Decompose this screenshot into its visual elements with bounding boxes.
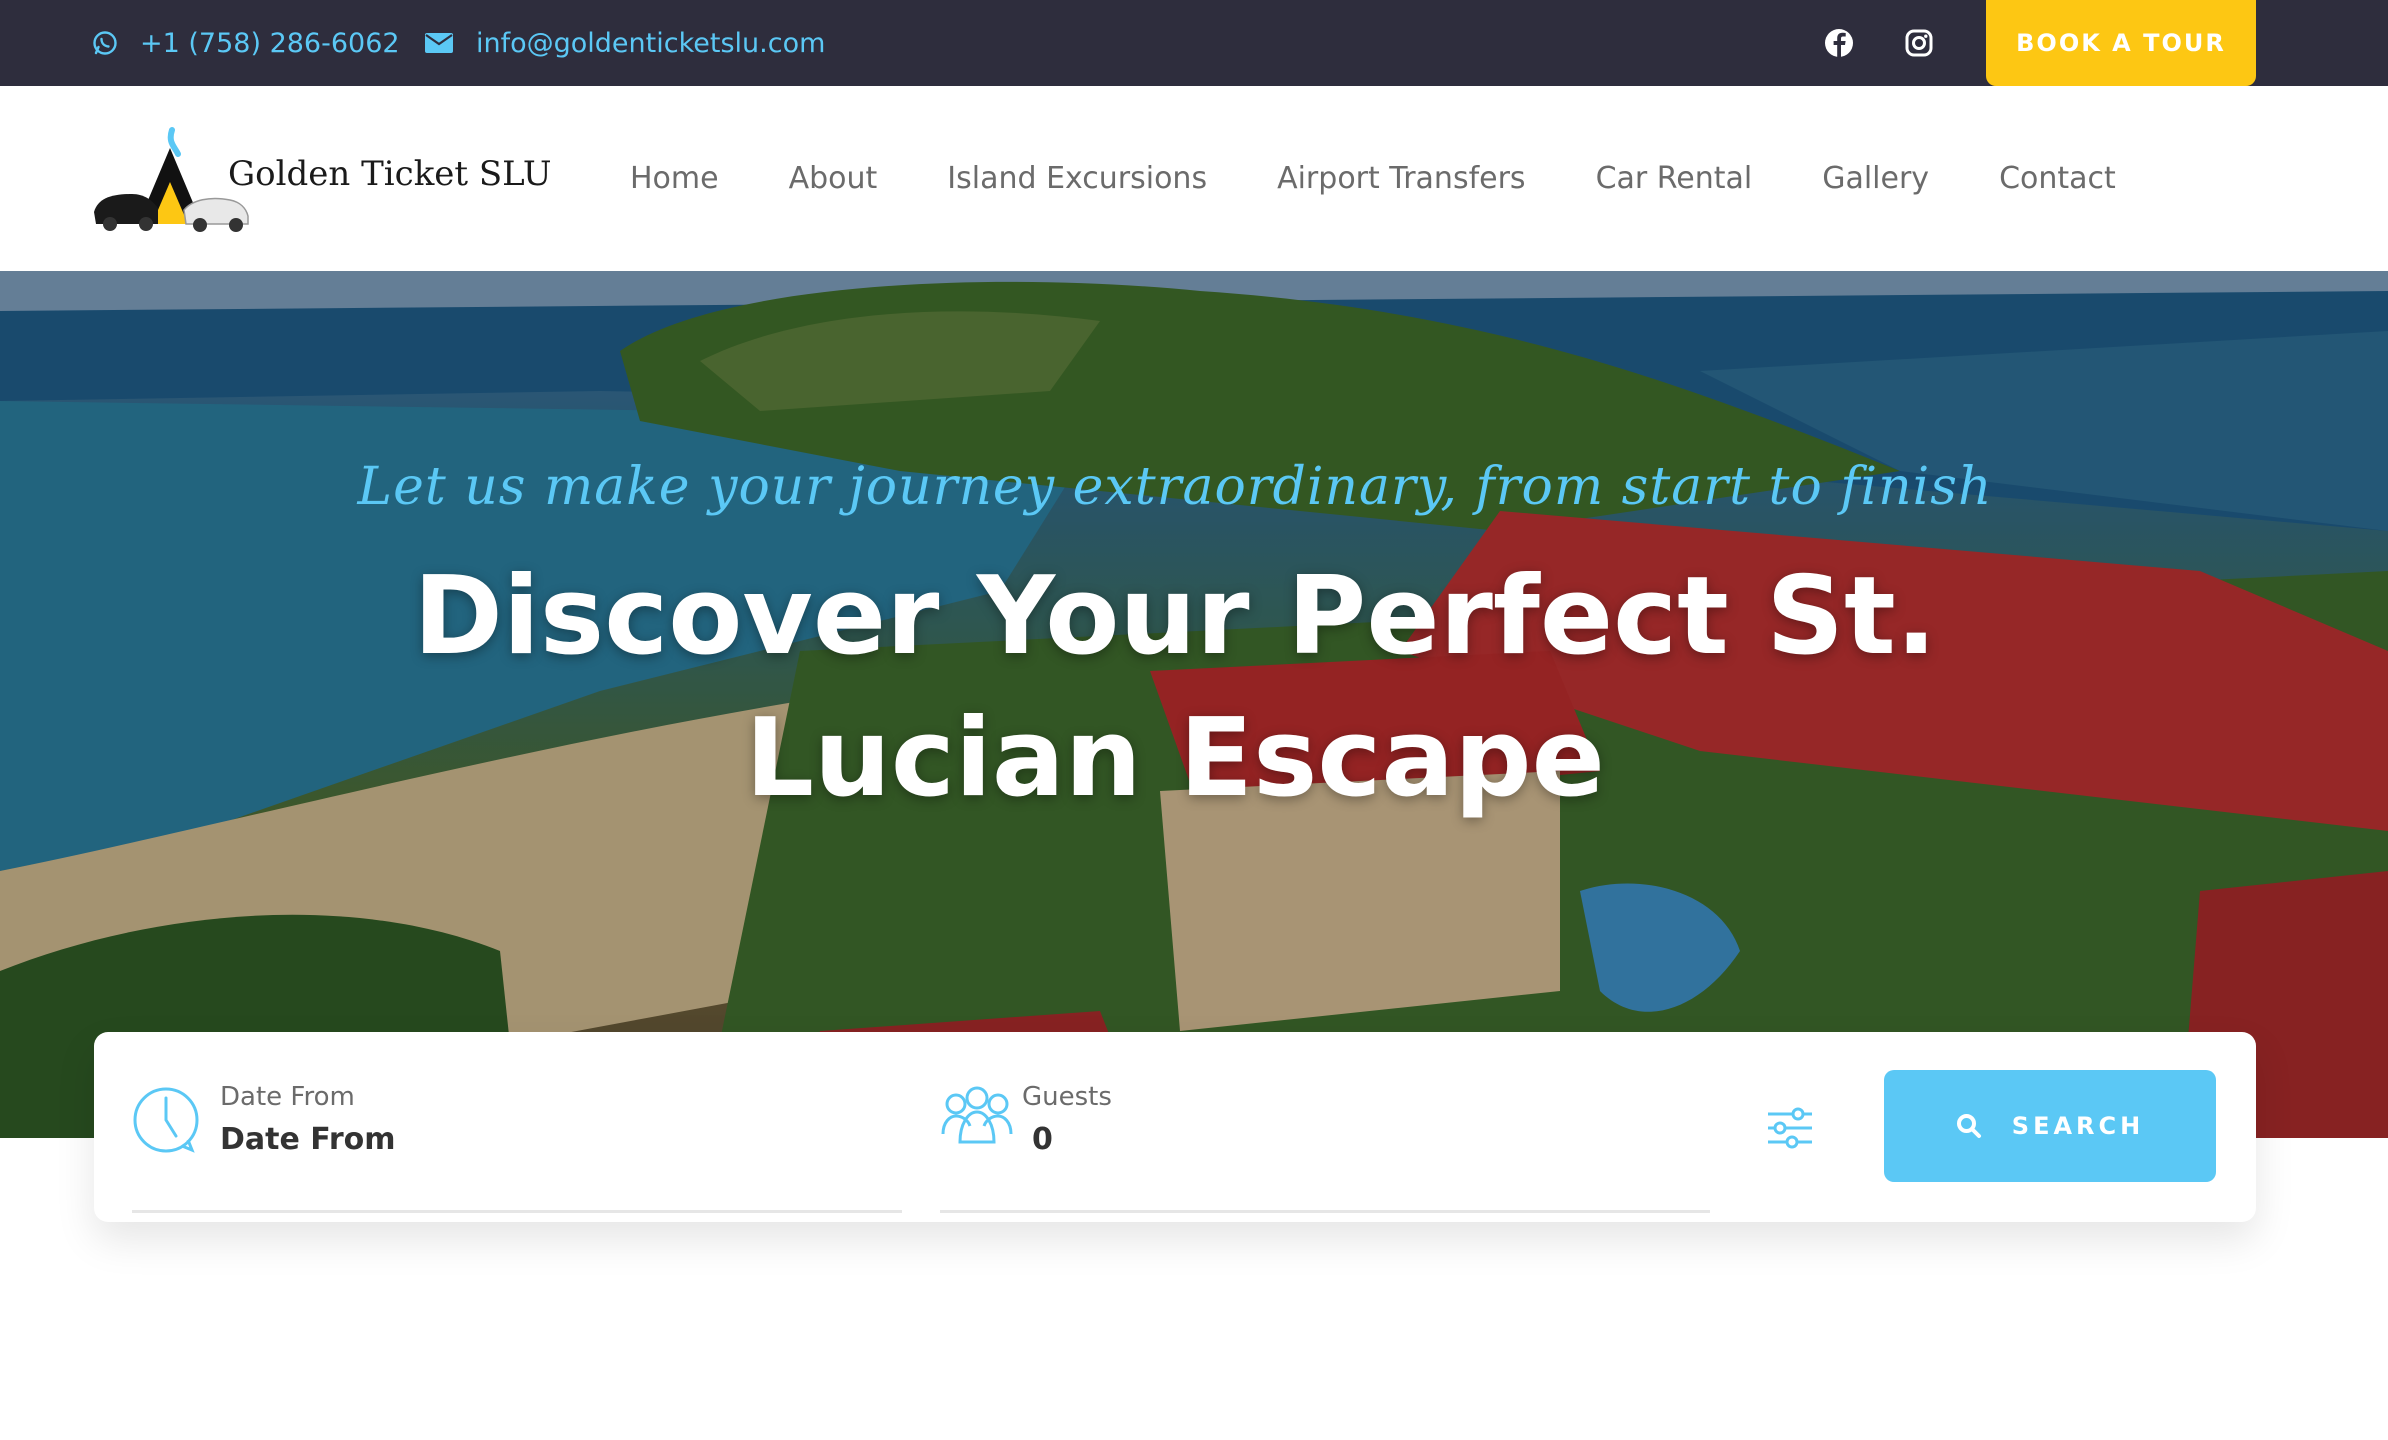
date-from-field[interactable]: Date From Date From: [132, 1068, 902, 1216]
guests-icon: [941, 1086, 1013, 1144]
date-from-label: Date From: [220, 1082, 355, 1112]
main-nav: Home About Island Excursions Airport Tra…: [630, 86, 2186, 271]
envelope-icon: [425, 33, 453, 53]
nav-about[interactable]: About: [789, 161, 878, 196]
nav-contact[interactable]: Contact: [1999, 161, 2116, 196]
hero-headline-line1: Discover Your Perfect St.: [413, 554, 1937, 679]
email-address[interactable]: info@goldenticketslu.com: [476, 28, 825, 59]
nav-car-rental[interactable]: Car Rental: [1596, 161, 1753, 196]
date-from-underline: [132, 1210, 902, 1213]
instagram-icon[interactable]: [1902, 26, 1936, 60]
search-button[interactable]: SEARCH: [1884, 1070, 2216, 1182]
site-logo[interactable]: Golden T⁠icket SLU: [92, 124, 552, 234]
clock-icon: [133, 1087, 199, 1153]
nav-island-excursions[interactable]: Island Excursions: [947, 161, 1207, 196]
guests-label: Guests: [1022, 1082, 1112, 1112]
filter-sliders-icon[interactable]: [1766, 1104, 1814, 1152]
email-contact[interactable]: info@goldenticketslu.com: [424, 0, 825, 86]
search-icon: [1956, 1114, 1981, 1138]
phone-number[interactable]: +1 (758) 286-6062: [140, 28, 400, 59]
hero-headline-line2: Lucian Escape: [745, 696, 1605, 821]
guests-field[interactable]: Guests 0: [940, 1068, 1710, 1216]
facebook-icon[interactable]: [1822, 26, 1856, 60]
guests-value[interactable]: 0: [1032, 1122, 1053, 1157]
whatsapp-icon: [93, 31, 117, 55]
search-button-label: SEARCH: [2011, 1112, 2145, 1140]
logo-text: Golden T⁠icket SLU: [228, 154, 552, 194]
hero-headline: Discover Your Perfect St. Lucian Escape: [0, 546, 2350, 830]
nav-gallery[interactable]: Gallery: [1822, 161, 1929, 196]
site-header: Golden T⁠icket SLU Home About Island Exc…: [0, 86, 2388, 271]
book-a-tour-button[interactable]: BOOK A TOUR: [1986, 0, 2256, 86]
nav-home[interactable]: Home: [630, 161, 719, 196]
nav-airport-transfers[interactable]: Airport Transfers: [1277, 161, 1525, 196]
guests-underline: [940, 1210, 1710, 1213]
top-bar: +1 (758) 286-6062 info@goldenticketslu.c…: [0, 0, 2388, 86]
tour-search-form: Date From Date From Guests 0 SEARCH: [94, 1032, 2256, 1222]
date-from-value[interactable]: Date From: [220, 1122, 396, 1157]
hero-banner: Let us make your journey extraordinary, …: [0, 271, 2388, 1138]
phone-contact[interactable]: +1 (758) 286-6062: [92, 0, 400, 86]
hero-tagline: Let us make your journey extraordinary, …: [357, 457, 1993, 517]
